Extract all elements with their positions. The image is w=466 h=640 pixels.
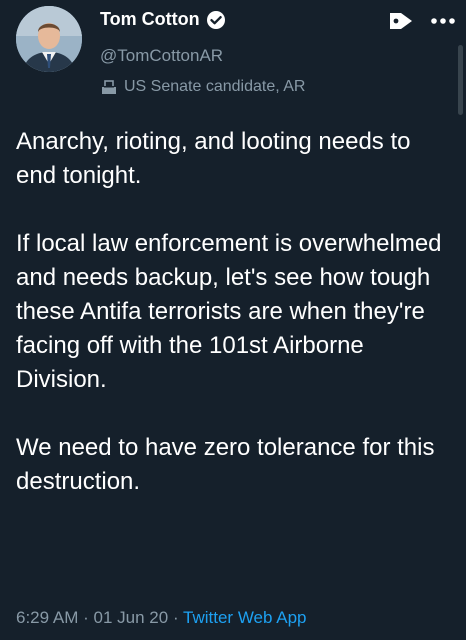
tweet-paragraph: We need to have zero tolerance for this …: [16, 434, 435, 495]
meta-separator: ·: [83, 608, 89, 627]
tag-icon[interactable]: [388, 10, 414, 32]
tweet-paragraph: If local law enforcement is overwhelmed …: [16, 230, 442, 393]
display-name[interactable]: Tom Cotton: [100, 9, 200, 30]
more-dots-icon[interactable]: [430, 14, 456, 28]
tweet-text: Anarchy, rioting, and looting needs to e…: [16, 125, 456, 499]
account-label: US Senate candidate, AR: [100, 78, 305, 96]
tweet-paragraph: Anarchy, rioting, and looting needs to e…: [16, 128, 411, 189]
verified-badge-icon: [206, 10, 226, 30]
tweet-meta: 6:29 AM · 01 Jun 20 · Twitter Web App: [16, 608, 307, 628]
tweet-date[interactable]: 01 Jun 20: [94, 608, 169, 627]
ballot-box-icon: [100, 78, 118, 96]
user-handle[interactable]: @TomCottonAR: [100, 46, 223, 66]
avatar[interactable]: [16, 6, 82, 72]
tweet-time[interactable]: 6:29 AM: [16, 608, 78, 627]
meta-separator: ·: [172, 608, 179, 627]
tweet-card: Tom Cotton @TomCottonAR US Senate candid…: [0, 0, 466, 640]
account-label-text: US Senate candidate, AR: [124, 78, 306, 95]
tweet-source[interactable]: Twitter Web App: [183, 608, 306, 627]
name-row: Tom Cotton: [100, 9, 226, 30]
scrollbar[interactable]: [458, 45, 463, 115]
